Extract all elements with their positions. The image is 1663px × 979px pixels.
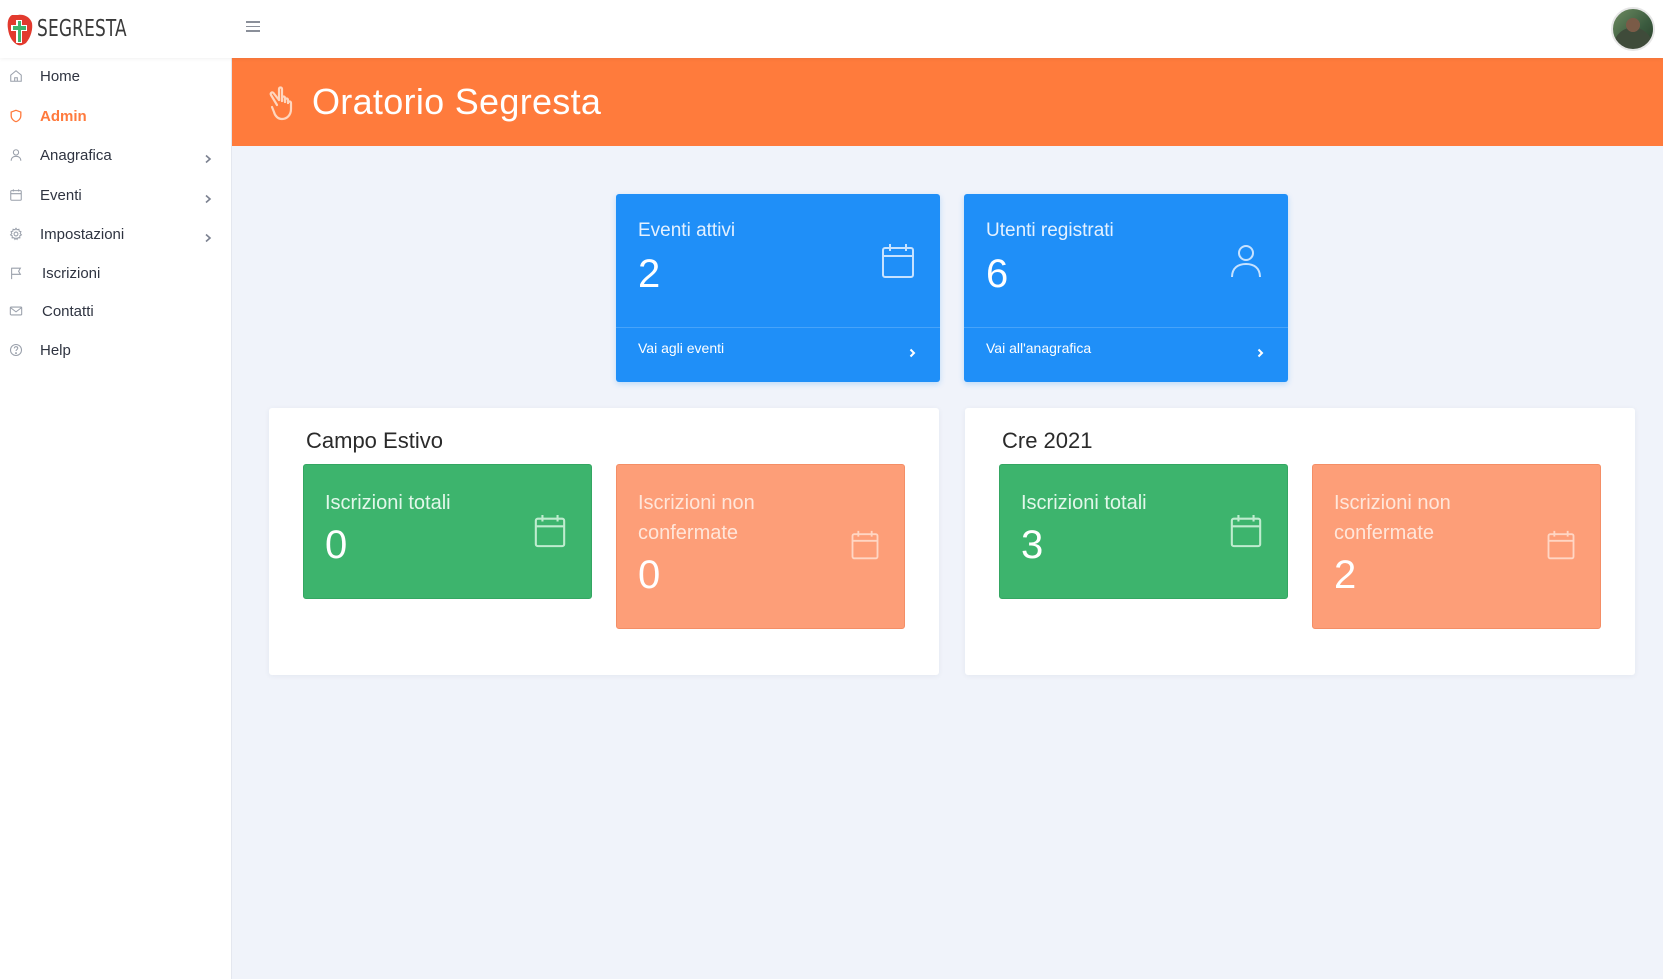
logo-text: SEGRESTA bbox=[37, 16, 127, 42]
chevron-right-icon[interactable] bbox=[1257, 345, 1264, 358]
help-icon bbox=[9, 343, 23, 357]
chevron-right-icon[interactable] bbox=[909, 345, 916, 358]
hand-icon bbox=[266, 85, 300, 121]
anagrafica-link[interactable]: Vai all'anagrafica bbox=[986, 340, 1091, 356]
calendar-icon bbox=[9, 188, 23, 202]
chevron-right-icon bbox=[204, 151, 212, 164]
page-banner: Oratorio Segresta bbox=[232, 58, 1663, 146]
stat-label: Eventi attivi bbox=[638, 220, 736, 241]
stat-value: 2 bbox=[638, 252, 661, 296]
sidebar-item-label: Iscrizioni bbox=[42, 264, 101, 282]
mail-icon bbox=[9, 304, 23, 318]
stat-card-eventi: Eventi attivi 2 Vai agli eventi bbox=[616, 194, 940, 382]
shield-icon bbox=[9, 109, 23, 123]
divider bbox=[964, 327, 1288, 328]
user-icon bbox=[1228, 242, 1264, 280]
user-icon bbox=[9, 148, 23, 162]
sidebar-item-label: Anagrafica bbox=[40, 146, 112, 164]
unconfirmed-registrations-card: Iscrizioni non confermate 0 bbox=[616, 464, 905, 629]
calendar-icon bbox=[533, 513, 567, 549]
calendar-icon bbox=[1546, 529, 1576, 561]
event-panel-campo-estivo: Campo Estivo Iscrizioni totali 0 Iscrizi… bbox=[269, 408, 939, 675]
sidebar-item-label: Impostazioni bbox=[40, 225, 125, 243]
flag-icon bbox=[9, 266, 23, 280]
stat-label: Utenti registrati bbox=[986, 220, 1114, 241]
menu-toggle-icon[interactable] bbox=[246, 21, 260, 35]
event-title: Cre 2021 bbox=[1002, 428, 1093, 453]
sidebar-item-admin[interactable]: Admin bbox=[0, 98, 232, 134]
card-label: Iscrizioni totali bbox=[325, 492, 451, 514]
sidebar-item-iscrizioni[interactable]: Iscrizioni bbox=[0, 255, 232, 291]
sidebar-item-impostazioni[interactable]: Impostazioni bbox=[0, 216, 232, 252]
sidebar-item-label: Help bbox=[40, 341, 71, 359]
stat-card-utenti: Utenti registrati 6 Vai all'anagrafica bbox=[964, 194, 1288, 382]
card-value: 0 bbox=[325, 523, 348, 567]
home-icon bbox=[9, 69, 23, 83]
calendar-icon bbox=[850, 529, 880, 561]
divider bbox=[616, 327, 940, 328]
card-value: 2 bbox=[1334, 553, 1357, 597]
app-logo[interactable]: SEGRESTA bbox=[6, 10, 146, 48]
card-label: Iscrizioni non confermate bbox=[1334, 492, 1451, 544]
card-value: 0 bbox=[638, 553, 661, 597]
chevron-right-icon bbox=[204, 230, 212, 243]
total-registrations-card: Iscrizioni totali 0 bbox=[303, 464, 592, 599]
card-value: 3 bbox=[1021, 523, 1044, 567]
top-bar: SEGRESTA bbox=[0, 0, 1663, 58]
sidebar-item-label: Home bbox=[40, 67, 81, 85]
gear-icon bbox=[9, 227, 23, 241]
card-label: Iscrizioni non confermate bbox=[638, 492, 755, 544]
sidebar-item-label: Eventi bbox=[40, 186, 82, 204]
event-title: Campo Estivo bbox=[306, 428, 443, 453]
unconfirmed-registrations-card: Iscrizioni non confermate 2 bbox=[1312, 464, 1601, 629]
avatar[interactable] bbox=[1611, 7, 1655, 51]
sidebar-item-label: Contatti bbox=[42, 302, 94, 320]
sidebar-item-eventi[interactable]: Eventi bbox=[0, 177, 232, 213]
card-label: Iscrizioni totali bbox=[1021, 492, 1147, 514]
chevron-right-icon bbox=[204, 191, 212, 204]
event-panel-cre-2021: Cre 2021 Iscrizioni totali 3 Iscrizioni … bbox=[965, 408, 1635, 675]
calendar-icon bbox=[1229, 513, 1263, 549]
sidebar: Home Admin Anagrafica Eventi Impostazion… bbox=[0, 58, 232, 979]
logo-mark-icon bbox=[6, 11, 34, 47]
sidebar-item-help[interactable]: Help bbox=[0, 332, 232, 368]
sidebar-item-label: Admin bbox=[40, 107, 87, 125]
page-title: Oratorio Segresta bbox=[312, 81, 602, 122]
sidebar-item-contatti[interactable]: Contatti bbox=[0, 293, 232, 329]
stat-value: 6 bbox=[986, 252, 1009, 296]
total-registrations-card: Iscrizioni totali 3 bbox=[999, 464, 1288, 599]
sidebar-item-home[interactable]: Home bbox=[0, 58, 232, 94]
sidebar-item-anagrafica[interactable]: Anagrafica bbox=[0, 137, 232, 173]
calendar-icon bbox=[880, 242, 916, 280]
events-link[interactable]: Vai agli eventi bbox=[638, 340, 724, 356]
